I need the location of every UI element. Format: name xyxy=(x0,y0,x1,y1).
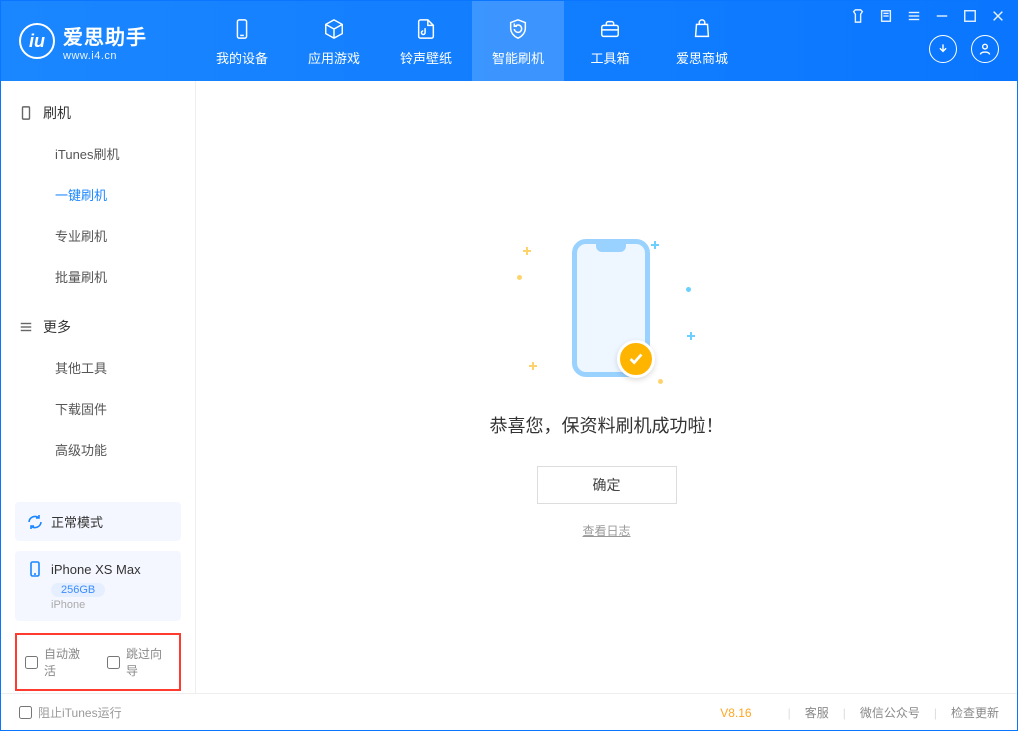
flash-options-box: 自动激活 跳过向导 xyxy=(15,633,181,691)
device-status-panel: 正常模式 iPhone XS Max 256GB iPhone xyxy=(15,502,181,631)
user-button[interactable] xyxy=(971,35,999,63)
side-item-batch-flash[interactable]: 批量刷机 xyxy=(1,256,195,297)
minimize-icon[interactable] xyxy=(935,9,949,23)
view-log-link[interactable]: 查看日志 xyxy=(582,522,630,539)
sync-icon xyxy=(27,514,43,530)
side-item-pro-flash[interactable]: 专业刷机 xyxy=(1,215,195,256)
tab-label: 工具箱 xyxy=(590,48,629,67)
confirm-button[interactable]: 确定 xyxy=(537,466,677,504)
checkbox-auto-activate[interactable]: 自动激活 xyxy=(25,645,89,679)
tab-my-device[interactable]: 我的设备 xyxy=(196,1,288,81)
tab-label: 应用游戏 xyxy=(308,48,360,67)
version-label: V8.16 xyxy=(720,706,751,720)
side-item-other-tools[interactable]: 其他工具 xyxy=(1,347,195,388)
tab-store[interactable]: 爱思商城 xyxy=(656,1,748,81)
tab-label: 智能刷机 xyxy=(492,48,544,67)
tab-ringtone-wallpaper[interactable]: 铃声壁纸 xyxy=(380,1,472,81)
music-file-icon xyxy=(413,16,439,42)
nav-tabs: 我的设备 应用游戏 铃声壁纸 智能刷机 工具箱 爱思商城 xyxy=(196,1,748,81)
toolbox-icon xyxy=(597,16,623,42)
side-group-title: 刷机 xyxy=(43,103,71,123)
tab-label: 我的设备 xyxy=(216,48,268,67)
checkbox-skip-guide[interactable]: 跳过向导 xyxy=(107,645,171,679)
checkbox-input[interactable] xyxy=(25,656,38,669)
main-content: 恭喜您，保资料刷机成功啦！ 确定 查看日志 xyxy=(196,81,1017,693)
refresh-shield-icon xyxy=(505,16,531,42)
checkbox-label: 自动激活 xyxy=(44,645,89,679)
checkbox-label: 阻止iTunes运行 xyxy=(38,704,122,721)
app-name: 爱思助手 xyxy=(63,21,147,50)
shirt-icon[interactable] xyxy=(851,9,865,23)
logo-icon: iu xyxy=(19,23,55,59)
mode-label: 正常模式 xyxy=(51,512,103,531)
status-bar: 阻止iTunes运行 V8.16 | 客服 | 微信公众号 | 检查更新 xyxy=(1,693,1017,731)
close-icon[interactable] xyxy=(991,9,1005,23)
bag-icon xyxy=(689,16,715,42)
mode-card[interactable]: 正常模式 xyxy=(15,502,181,541)
download-button[interactable] xyxy=(929,35,957,63)
checkbox-input[interactable] xyxy=(19,706,32,719)
success-illustration xyxy=(517,235,697,390)
phone-icon xyxy=(229,16,255,42)
maximize-icon[interactable] xyxy=(963,9,977,23)
device-name: iPhone XS Max xyxy=(51,562,141,577)
app-site: www.i4.cn xyxy=(63,50,147,62)
device-platform: iPhone xyxy=(51,599,169,611)
footer-link-support[interactable]: 客服 xyxy=(805,704,829,721)
checkbox-input[interactable] xyxy=(107,656,120,669)
side-group-title: 更多 xyxy=(43,317,71,337)
tab-label: 爱思商城 xyxy=(676,48,728,67)
note-icon[interactable] xyxy=(879,9,893,23)
side-item-download-firmware[interactable]: 下载固件 xyxy=(1,388,195,429)
phone-small-icon xyxy=(27,561,43,577)
tab-toolbox[interactable]: 工具箱 xyxy=(564,1,656,81)
app-logo: iu 爱思助手 www.i4.cn xyxy=(1,1,196,81)
list-icon xyxy=(19,320,33,334)
side-item-oneclick-flash[interactable]: 一键刷机 xyxy=(1,174,195,215)
menu-icon[interactable] xyxy=(907,9,921,23)
side-item-advanced[interactable]: 高级功能 xyxy=(1,429,195,470)
footer-link-update[interactable]: 检查更新 xyxy=(951,704,999,721)
side-group-more: 更多 xyxy=(1,311,195,347)
tab-smart-flash[interactable]: 智能刷机 xyxy=(472,1,564,81)
side-group-flash: 刷机 xyxy=(1,97,195,133)
checkmark-badge-icon xyxy=(617,340,655,378)
footer-link-wechat[interactable]: 微信公众号 xyxy=(860,704,920,721)
success-message: 恭喜您，保资料刷机成功啦！ xyxy=(490,412,724,438)
cube-icon xyxy=(321,16,347,42)
side-item-itunes-flash[interactable]: iTunes刷机 xyxy=(1,133,195,174)
window-controls xyxy=(851,9,1005,23)
tab-apps-games[interactable]: 应用游戏 xyxy=(288,1,380,81)
app-header: iu 爱思助手 www.i4.cn 我的设备 应用游戏 铃声壁纸 智能刷机 工具… xyxy=(1,1,1017,81)
header-actions xyxy=(929,35,999,63)
device-icon xyxy=(19,106,33,120)
checkbox-label: 跳过向导 xyxy=(126,645,171,679)
tab-label: 铃声壁纸 xyxy=(400,48,452,67)
sidebar: 刷机 iTunes刷机 一键刷机 专业刷机 批量刷机 更多 其他工具 下载固件 … xyxy=(1,81,196,693)
device-capacity: 256GB xyxy=(51,583,105,597)
checkbox-block-itunes[interactable]: 阻止iTunes运行 xyxy=(19,704,122,721)
device-card[interactable]: iPhone XS Max 256GB iPhone xyxy=(15,551,181,621)
